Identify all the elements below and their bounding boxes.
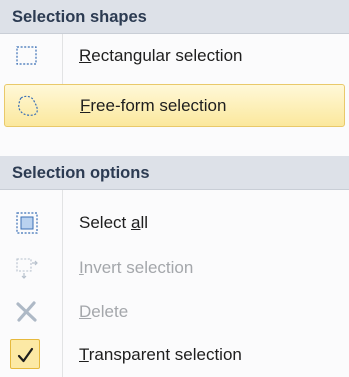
- menu-item-transparent-selection[interactable]: Transparent selection: [0, 333, 349, 377]
- invert-selection-icon: [14, 255, 40, 281]
- menu-item-label: Invert selection: [79, 258, 194, 277]
- section-title: Selection shapes: [12, 8, 147, 26]
- menu-item-label: Transparent selection: [79, 345, 242, 364]
- menu-item-freeform-selection[interactable]: Free-form selection: [4, 84, 345, 127]
- section-header-selection-shapes: Selection shapes: [0, 0, 349, 34]
- menu-item-rectangular-selection[interactable]: Rectangular selection: [0, 34, 349, 78]
- select-all-icon: [14, 210, 40, 236]
- menu-item-label: Select all: [79, 213, 149, 232]
- menu-item-select-all[interactable]: Select all: [0, 201, 349, 245]
- menu-item-label: Free-form selection: [80, 96, 227, 115]
- section-title: Selection options: [12, 164, 150, 182]
- menu-item-label: Rectangular selection: [79, 46, 243, 65]
- rectangle-selection-icon: [14, 43, 40, 69]
- freeform-selection-icon: [15, 93, 41, 119]
- delete-icon: [14, 299, 40, 325]
- selection-dropdown-menu: Selection shapes Rectangular selection F…: [0, 0, 349, 377]
- menu-item-delete: Delete: [0, 290, 349, 334]
- menu-item-label: Delete: [79, 302, 129, 321]
- section-header-selection-options: Selection options: [0, 156, 349, 190]
- menu-item-invert-selection: Invert selection: [0, 246, 349, 290]
- checkmark-icon: [13, 343, 39, 369]
